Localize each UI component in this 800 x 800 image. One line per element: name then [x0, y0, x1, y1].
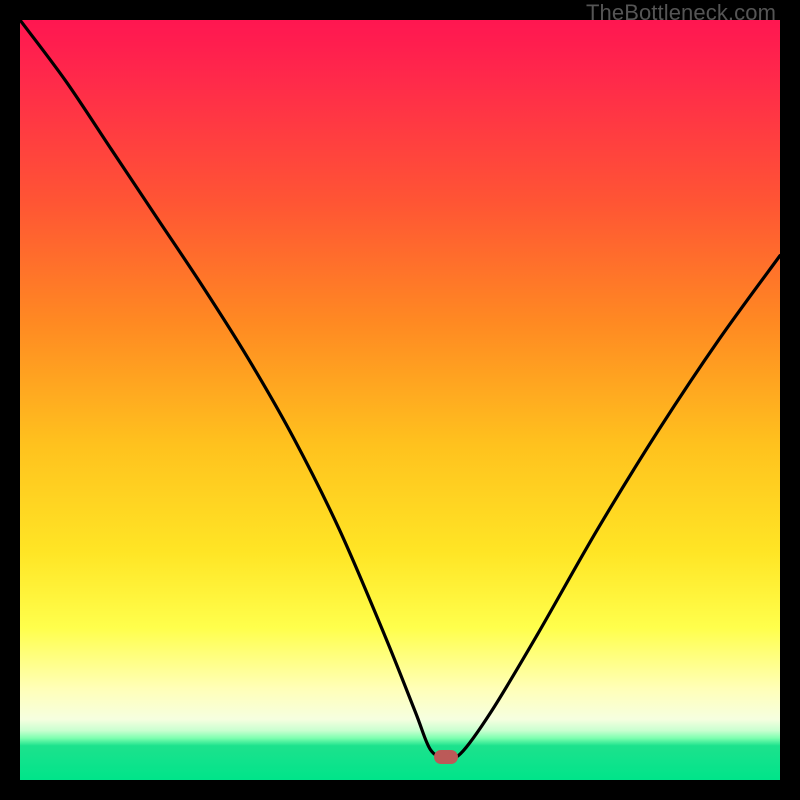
attribution-text: TheBottleneck.com: [586, 0, 776, 26]
optimum-marker: [434, 750, 458, 764]
chart-frame: TheBottleneck.com: [0, 0, 800, 800]
plot-area: [20, 20, 780, 780]
